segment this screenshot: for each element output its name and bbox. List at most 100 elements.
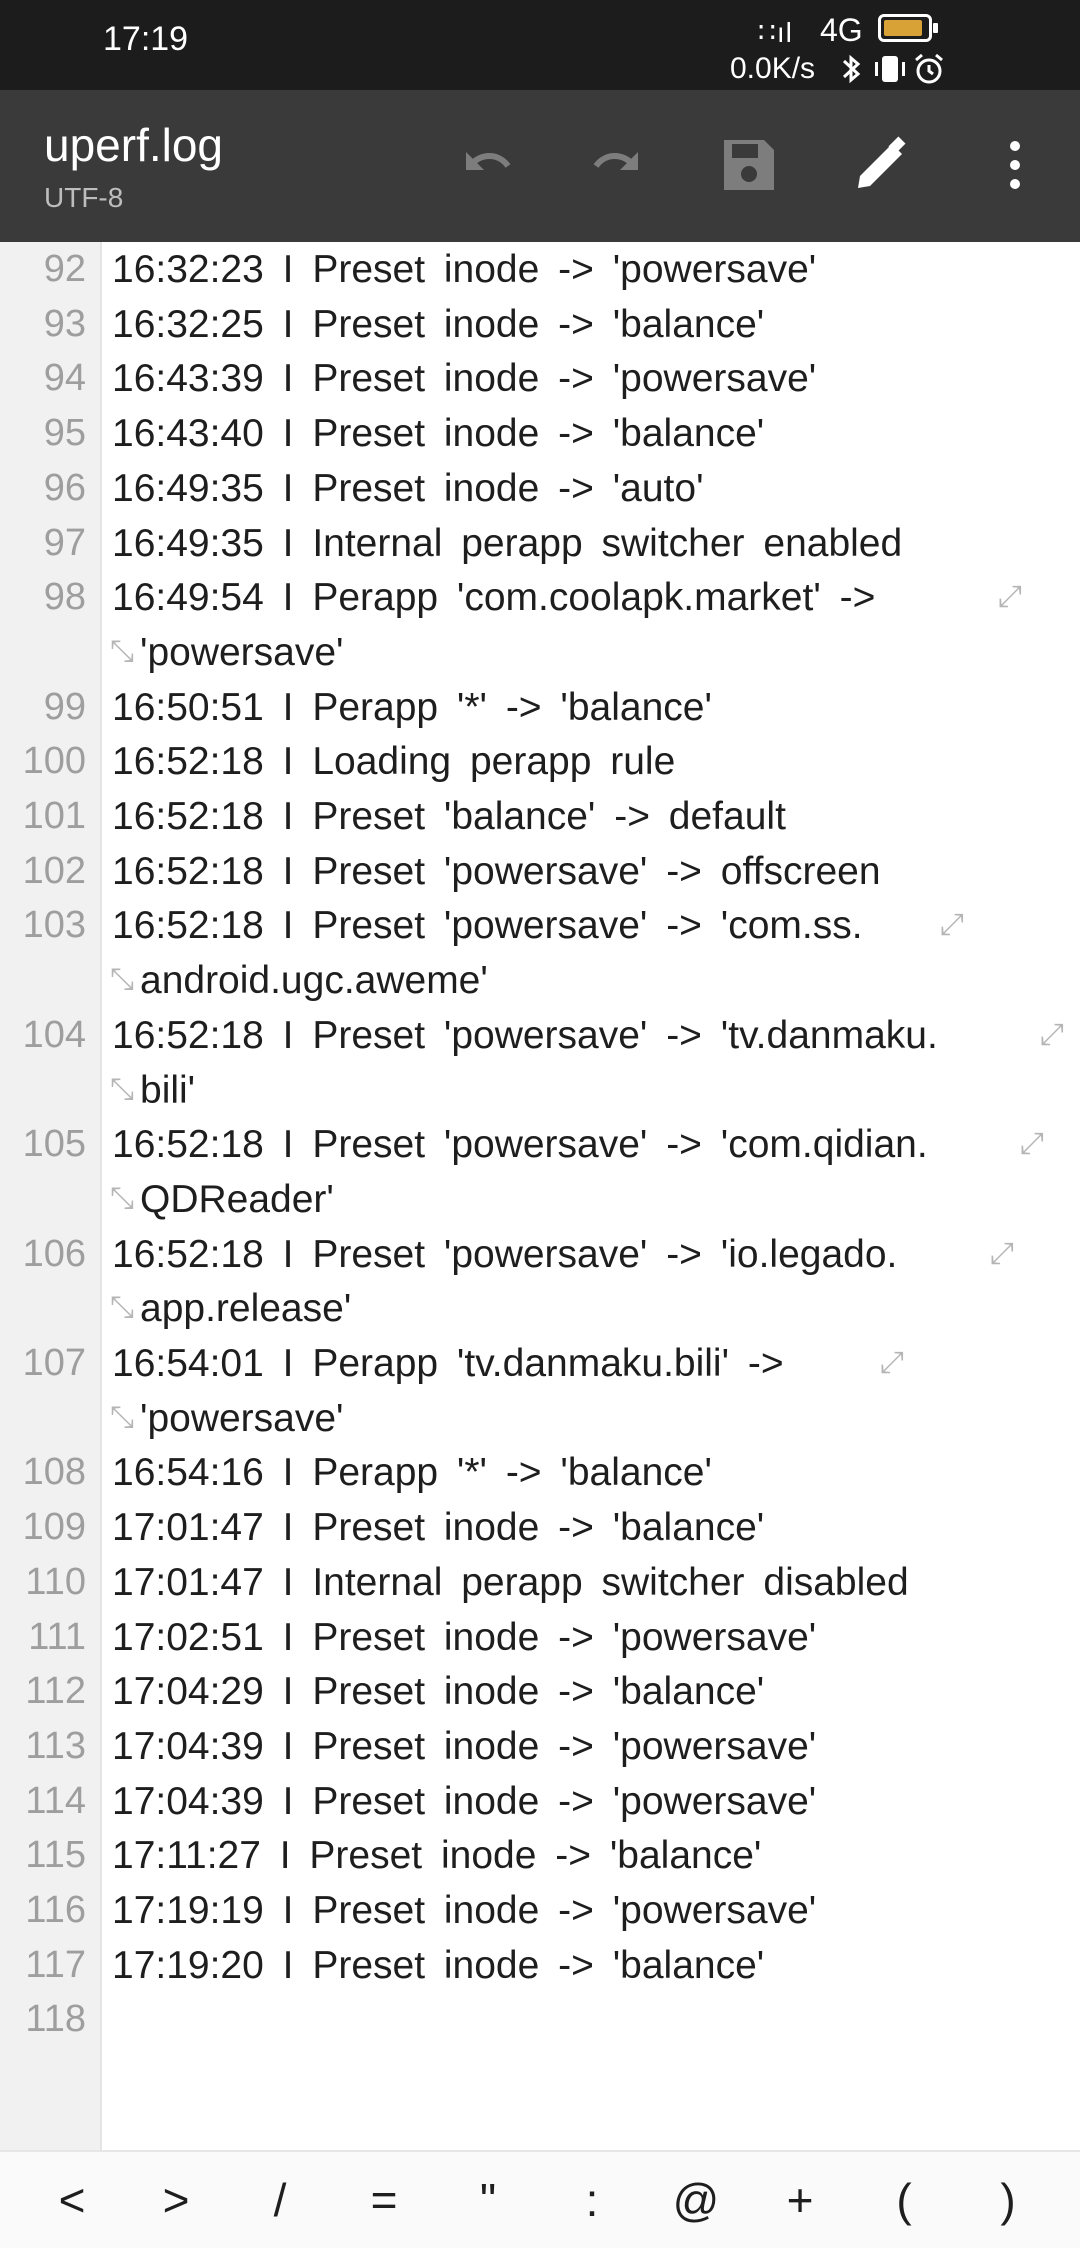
editor-line[interactable]: 100 16:52:18 I Loading perapp rule	[0, 734, 1080, 788]
editor-line[interactable]: 103 16:52:18 I Preset 'powersave' -> 'com…	[0, 898, 1080, 952]
editor-line[interactable]: 102 16:52:18 I Preset 'powersave' -> offs…	[0, 844, 1080, 898]
editor-line[interactable]: 93 16:32:25 I Preset inode -> 'balance'	[0, 297, 1080, 351]
editor-line[interactable]: 99 16:50:51 I Perapp '*' -> 'balance'	[0, 680, 1080, 734]
line-text: android.ugc.aweme'	[140, 959, 488, 1003]
editor-line[interactable]: 104 16:52:18 I Preset 'powersave' -> 'tv.…	[0, 1008, 1080, 1062]
line-text: 16:32:25 I Preset inode -> 'balance'	[112, 302, 765, 346]
editor-line[interactable]: 97 16:49:35 I Internal perapp switcher en…	[0, 516, 1080, 570]
line-number: 113	[25, 1724, 86, 1767]
line-text: 16:43:39 I Preset inode -> 'powersave'	[112, 357, 817, 401]
symbol-key[interactable]: "	[448, 2173, 528, 2227]
editor-line[interactable]: ⤡ bili'	[0, 1063, 1080, 1117]
line-number: 93	[43, 302, 86, 345]
edit-icon[interactable]	[846, 130, 916, 200]
line-text: bili'	[140, 1068, 196, 1112]
line-text: 17:19:19 I Preset inode -> 'powersave'	[112, 1889, 817, 1932]
symbol-key[interactable]: @	[656, 2173, 736, 2227]
editor-line[interactable]: 109 17:01:47 I Preset inode -> 'balance'	[0, 1500, 1080, 1554]
symbol-key[interactable]: (	[864, 2173, 944, 2227]
wrap-start-icon: ⤡	[110, 963, 134, 997]
line-text: 16:50:51 I Perapp '*' -> 'balance'	[112, 685, 712, 729]
editor-line[interactable]: 92 16:32:23 I Preset inode -> 'powersave'	[0, 242, 1080, 296]
line-text: app.release'	[140, 1287, 352, 1331]
alarm-icon	[915, 53, 943, 84]
undo-icon[interactable]	[452, 130, 522, 200]
line-text: 16:52:18 I Preset 'balance' -> default	[112, 795, 786, 838]
symbol-key[interactable]: +	[760, 2173, 840, 2227]
vibrate-icon	[875, 56, 905, 82]
editor-line[interactable]: 108 16:54:16 I Perapp '*' -> 'balance'	[0, 1445, 1080, 1499]
editor-line[interactable]: 118	[0, 1992, 1080, 2046]
editor-line[interactable]: 111 17:02:51 I Preset inode -> 'powersave…	[0, 1610, 1080, 1664]
line-number: 94	[43, 357, 86, 400]
line-number: 92	[43, 248, 86, 290]
line-text: 'powersave'	[140, 1396, 344, 1440]
editor-line[interactable]: 94 16:43:39 I Preset inode -> 'powersave'	[0, 351, 1080, 405]
line-text: 16:52:18 I Preset 'powersave' -> offscre…	[112, 849, 881, 893]
editor-line[interactable]: ⤡'powersave'	[0, 625, 1080, 679]
editor-line[interactable]: 95 16:43:40 I Preset inode -> 'balance'	[0, 406, 1080, 460]
line-text: 17:01:47 I Preset inode -> 'balance'	[112, 1506, 765, 1550]
wrap-end-icon: ⤢	[1020, 1127, 1044, 1161]
editor-line[interactable]: 98 16:49:54 I Perapp 'com.coolapk.market'…	[0, 570, 1080, 624]
symbol-key[interactable]: :	[552, 2173, 632, 2227]
network-speed: 0.0K/s	[730, 52, 816, 85]
line-number: 104	[22, 1013, 86, 1056]
editor-line[interactable]: 106 16:52:18 I Preset 'powersave' -> 'io.…	[0, 1227, 1080, 1281]
symbol-key[interactable]: =	[344, 2173, 424, 2227]
editor-line[interactable]: 116 17:19:19 I Preset inode -> 'powersave…	[0, 1883, 1080, 1937]
symbol-key[interactable]: /	[240, 2173, 320, 2227]
editor-line[interactable]: 110 17:01:47 I Internal perapp switcher d…	[0, 1555, 1080, 1609]
line-number: 103	[22, 904, 86, 947]
editor-line[interactable]: ⤡ app.release'	[0, 1281, 1080, 1335]
line-number: 97	[43, 521, 86, 564]
line-text: 16:54:16 I Perapp '*' -> 'balance'	[112, 1451, 712, 1495]
editor-line[interactable]: 101 16:52:18 I Preset 'balance' -> defaul…	[0, 789, 1080, 843]
more-icon[interactable]	[980, 130, 1050, 200]
line-text: 16:52:18 I Preset 'powersave' -> 'tv.dan…	[112, 1013, 938, 1057]
symbol-key[interactable]: <	[32, 2173, 112, 2227]
wrap-start-icon: ⤡	[110, 1400, 134, 1434]
line-number: 101	[22, 795, 86, 837]
editor-line[interactable]: ⤡ android.ugc.aweme'	[0, 953, 1080, 1007]
redo-icon[interactable]	[582, 130, 652, 200]
editor-line[interactable]: ⤡ QDReader'	[0, 1172, 1080, 1226]
text-editor[interactable]: 92 16:32:23 I Preset inode -> 'powersave'…	[0, 242, 1080, 2150]
line-number: 107	[22, 1342, 86, 1384]
wrap-start-icon: ⤡	[110, 1181, 134, 1215]
line-text: 17:19:20 I Preset inode -> 'balance'	[112, 1943, 765, 1987]
editor-line[interactable]: 112 17:04:29 I Preset inode -> 'balance'	[0, 1664, 1080, 1718]
wrap-start-icon: ⤡	[110, 634, 134, 668]
file-encoding[interactable]: UTF-8	[44, 182, 123, 214]
symbol-key[interactable]: )	[968, 2173, 1048, 2227]
line-number: 102	[22, 849, 86, 892]
editor-line[interactable]: 105 16:52:18 I Preset 'powersave' -> 'com…	[0, 1117, 1080, 1171]
wrap-end-icon: ⤢	[998, 580, 1022, 614]
battery-icon	[878, 14, 938, 42]
line-text: 'powersave'	[140, 630, 344, 674]
editor-line[interactable]: 115 17:11:27 I Preset inode -> 'balance'	[0, 1828, 1080, 1882]
save-icon[interactable]	[714, 130, 784, 200]
line-text: 16:52:18 I Loading perapp rule	[112, 740, 676, 784]
line-text: 16:52:18 I Preset 'powersave' -> 'com.qi…	[112, 1123, 928, 1167]
line-number: 110	[25, 1560, 86, 1603]
editor-line[interactable]: 107 16:54:01 I Perapp 'tv.danmaku.bili' -…	[0, 1336, 1080, 1390]
line-number: 98	[43, 576, 86, 619]
line-text: 16:49:54 I Perapp 'com.coolapk.market' -…	[112, 576, 876, 620]
line-number: 109	[22, 1506, 86, 1549]
wrap-end-icon: ⤢	[940, 908, 964, 942]
wrap-end-icon: ⤢	[990, 1236, 1014, 1270]
line-text: 17:04:39 I Preset inode -> 'powersave'	[112, 1779, 817, 1823]
editor-line[interactable]: 113 17:04:39 I Preset inode -> 'powersave…	[0, 1719, 1080, 1773]
line-number: 117	[25, 1943, 86, 1986]
status-indicators: ∷ıl 4G 0.0K/s	[730, 6, 1060, 90]
editor-line[interactable]: 114 17:04:39 I Preset inode -> 'powersave…	[0, 1774, 1080, 1828]
line-number: 115	[25, 1834, 86, 1877]
status-bar: 17:19 ∷ıl 4G 0.0K/s	[0, 0, 1080, 90]
editor-line[interactable]: 96 16:49:35 I Preset inode -> 'auto'	[0, 461, 1080, 515]
editor-line[interactable]: ⤡'powersave'	[0, 1391, 1080, 1445]
editor-line[interactable]: 117 17:19:20 I Preset inode -> 'balance'	[0, 1938, 1080, 1992]
status-time: 17:19	[103, 20, 189, 58]
line-text: 17:11:27 I Preset inode -> 'balance'	[112, 1834, 762, 1878]
symbol-key[interactable]: >	[136, 2173, 216, 2227]
